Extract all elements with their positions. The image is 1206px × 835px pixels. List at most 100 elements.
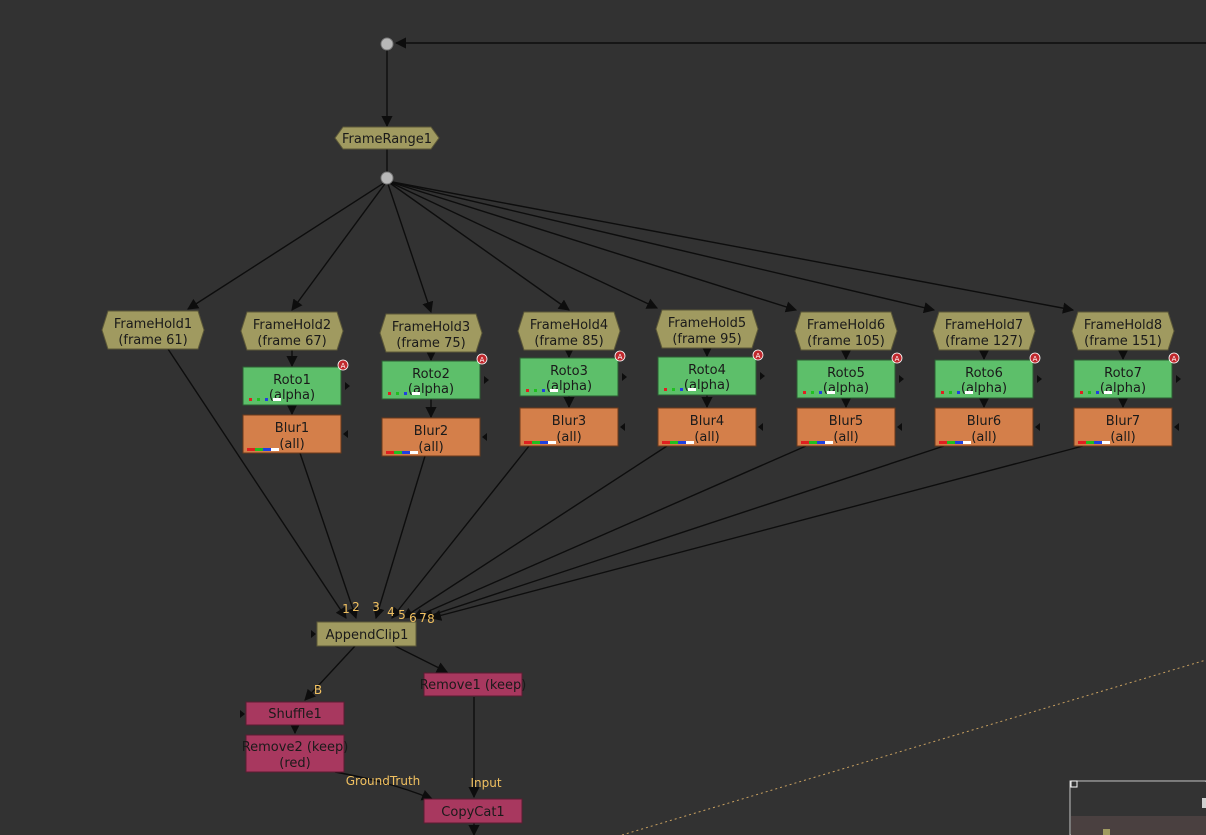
roto-channel-swatch <box>273 398 281 401</box>
roto-channel-swatch <box>412 392 420 395</box>
framehold-node-7[interactable]: FrameHold7(frame 127) <box>932 311 1036 351</box>
edge-blur-append <box>391 445 530 619</box>
edge-blur-append <box>421 445 945 621</box>
roto-node-4[interactable]: Roto4(alpha)A <box>657 349 765 396</box>
roto-channel-swatch <box>1080 391 1083 394</box>
roto-label: Roto5 <box>827 366 865 381</box>
framehold-label: FrameHold4 <box>530 318 608 333</box>
framehold-frame: (frame 95) <box>672 332 741 347</box>
blur-channel-swatch <box>247 448 255 451</box>
blur-channel-swatch <box>1102 441 1110 444</box>
blur-channel-swatch <box>678 441 686 444</box>
framerange-label: FrameRange1 <box>342 132 432 147</box>
append-port-label: 3 <box>372 600 380 614</box>
framehold-label: FrameHold1 <box>114 317 192 332</box>
append-port-label: 8 <box>427 612 435 626</box>
blur-channel-swatch <box>548 441 556 444</box>
mask-badge-label: A <box>341 362 346 370</box>
roto-channel-swatch <box>672 388 675 391</box>
framehold-label: FrameHold7 <box>945 318 1023 333</box>
framehold-node-6[interactable]: FrameHold6(frame 105) <box>794 311 898 351</box>
fan-edge <box>291 180 388 311</box>
fan-edge <box>386 180 798 313</box>
blur-channel-swatch <box>255 448 263 451</box>
framehold-node-3[interactable]: FrameHold3(frame 75) <box>379 313 483 353</box>
roto-node-1[interactable]: Roto1(alpha)A <box>242 359 350 406</box>
blur-channel: (all) <box>279 437 304 452</box>
remove2-sublabel: (red) <box>279 756 310 771</box>
blur-node-3[interactable]: Blur3(all) <box>519 407 625 447</box>
remove1-node[interactable]: Remove1 (keep) <box>420 672 527 697</box>
fan-edge <box>386 180 570 311</box>
roto-label: Roto7 <box>1104 366 1142 381</box>
framehold-node-8[interactable]: FrameHold8(frame 151) <box>1071 311 1175 351</box>
roto-node-3[interactable]: Roto3(alpha)A <box>519 350 627 397</box>
roto-channel-swatch <box>811 391 814 394</box>
roto-label: Roto3 <box>550 364 588 379</box>
roto-node-6[interactable]: Roto6(alpha)A <box>934 352 1042 399</box>
mask-badge-label: A <box>1172 355 1177 363</box>
roto-channel-swatch <box>534 389 537 392</box>
blur-channel: (all) <box>1110 430 1135 445</box>
roto-channel-swatch <box>396 392 399 395</box>
blur-label: Blur1 <box>275 421 309 436</box>
blur-channel-swatch <box>662 441 670 444</box>
blur-node-6[interactable]: Blur6(all) <box>934 407 1040 447</box>
appendclip-node[interactable]: AppendClip1 <box>311 621 417 647</box>
remove2-node[interactable]: Remove2 (keep) (red) <box>242 734 349 773</box>
framehold-node-5[interactable]: FrameHold5(frame 95) <box>655 309 759 349</box>
append-port-label: 4 <box>387 605 395 619</box>
blur-nodes: Blur1(all)Blur2(all)Blur3(all)Blur4(all)… <box>242 407 1179 457</box>
framehold-frame: (frame 67) <box>257 334 326 349</box>
blur-node-4[interactable]: Blur4(all) <box>657 407 763 447</box>
blur-channel-swatch <box>801 441 809 444</box>
blur-mask-input-arrow <box>1035 423 1040 431</box>
blur-channel-swatch <box>670 441 678 444</box>
shuffle-label: Shuffle1 <box>268 707 322 722</box>
blur-channel-swatch <box>963 441 971 444</box>
blur-channel-swatch <box>809 441 817 444</box>
roto-channel-swatch <box>819 391 822 394</box>
roto-channel-swatch <box>265 398 268 401</box>
blur-node-1[interactable]: Blur1(all) <box>242 414 348 454</box>
blur-node-5[interactable]: Blur5(all) <box>796 407 902 447</box>
shuffle-node[interactable]: Shuffle1 <box>240 701 345 726</box>
navigator-viewport[interactable] <box>1202 798 1206 808</box>
framehold-node-4[interactable]: FrameHold4(frame 85) <box>517 311 621 351</box>
groundtruth-port-label: GroundTruth <box>346 774 421 788</box>
split-dot[interactable] <box>380 171 394 185</box>
node-graph-canvas[interactable]: FrameRange1 FrameHold1(frame 61)FrameHol… <box>0 0 1206 835</box>
roto-node-7[interactable]: Roto7(alpha)A <box>1073 352 1181 399</box>
roto-node-5[interactable]: Roto5(alpha)A <box>796 352 904 399</box>
blur-mask-input-arrow <box>758 423 763 431</box>
blur-channel-swatch <box>386 451 394 454</box>
framehold-node-2[interactable]: FrameHold2(frame 67) <box>240 311 344 351</box>
blur-channel: (all) <box>418 440 443 455</box>
top-dot[interactable] <box>380 37 394 51</box>
framerange-node[interactable]: FrameRange1 <box>334 126 440 150</box>
blur-node-7[interactable]: Blur7(all) <box>1073 407 1179 447</box>
framehold-node-1[interactable]: FrameHold1(frame 61) <box>101 310 205 350</box>
roto-mask-input-arrow <box>622 373 627 381</box>
blur-mask-input-arrow <box>482 433 487 441</box>
roto-node-2[interactable]: Roto2(alpha)A <box>381 353 489 400</box>
blur-label: Blur6 <box>967 414 1001 429</box>
blur-channel-swatch <box>540 441 548 444</box>
roto-channel-swatch <box>803 391 806 394</box>
copycat-node[interactable]: CopyCat1 <box>423 798 523 824</box>
roto-channel-swatch <box>827 391 835 394</box>
mask-badge-label: A <box>618 353 623 361</box>
framehold-frame: (frame 75) <box>396 336 465 351</box>
mask-badge-label: A <box>1033 355 1038 363</box>
blur-channel-swatch <box>1086 441 1094 444</box>
node-graph-navigator[interactable] <box>1069 780 1206 835</box>
remove2-label: Remove2 (keep) <box>242 740 349 755</box>
mask-badge-label: A <box>756 352 761 360</box>
append-port-label: 2 <box>352 600 360 614</box>
edge-append-shuffle <box>304 645 356 701</box>
edge-append-remove1 <box>394 645 449 673</box>
framehold-frame: (frame 127) <box>945 334 1023 349</box>
blur-node-2[interactable]: Blur2(all) <box>381 417 487 457</box>
roto-mask-input-arrow <box>1176 375 1181 383</box>
blur-channel: (all) <box>833 430 858 445</box>
